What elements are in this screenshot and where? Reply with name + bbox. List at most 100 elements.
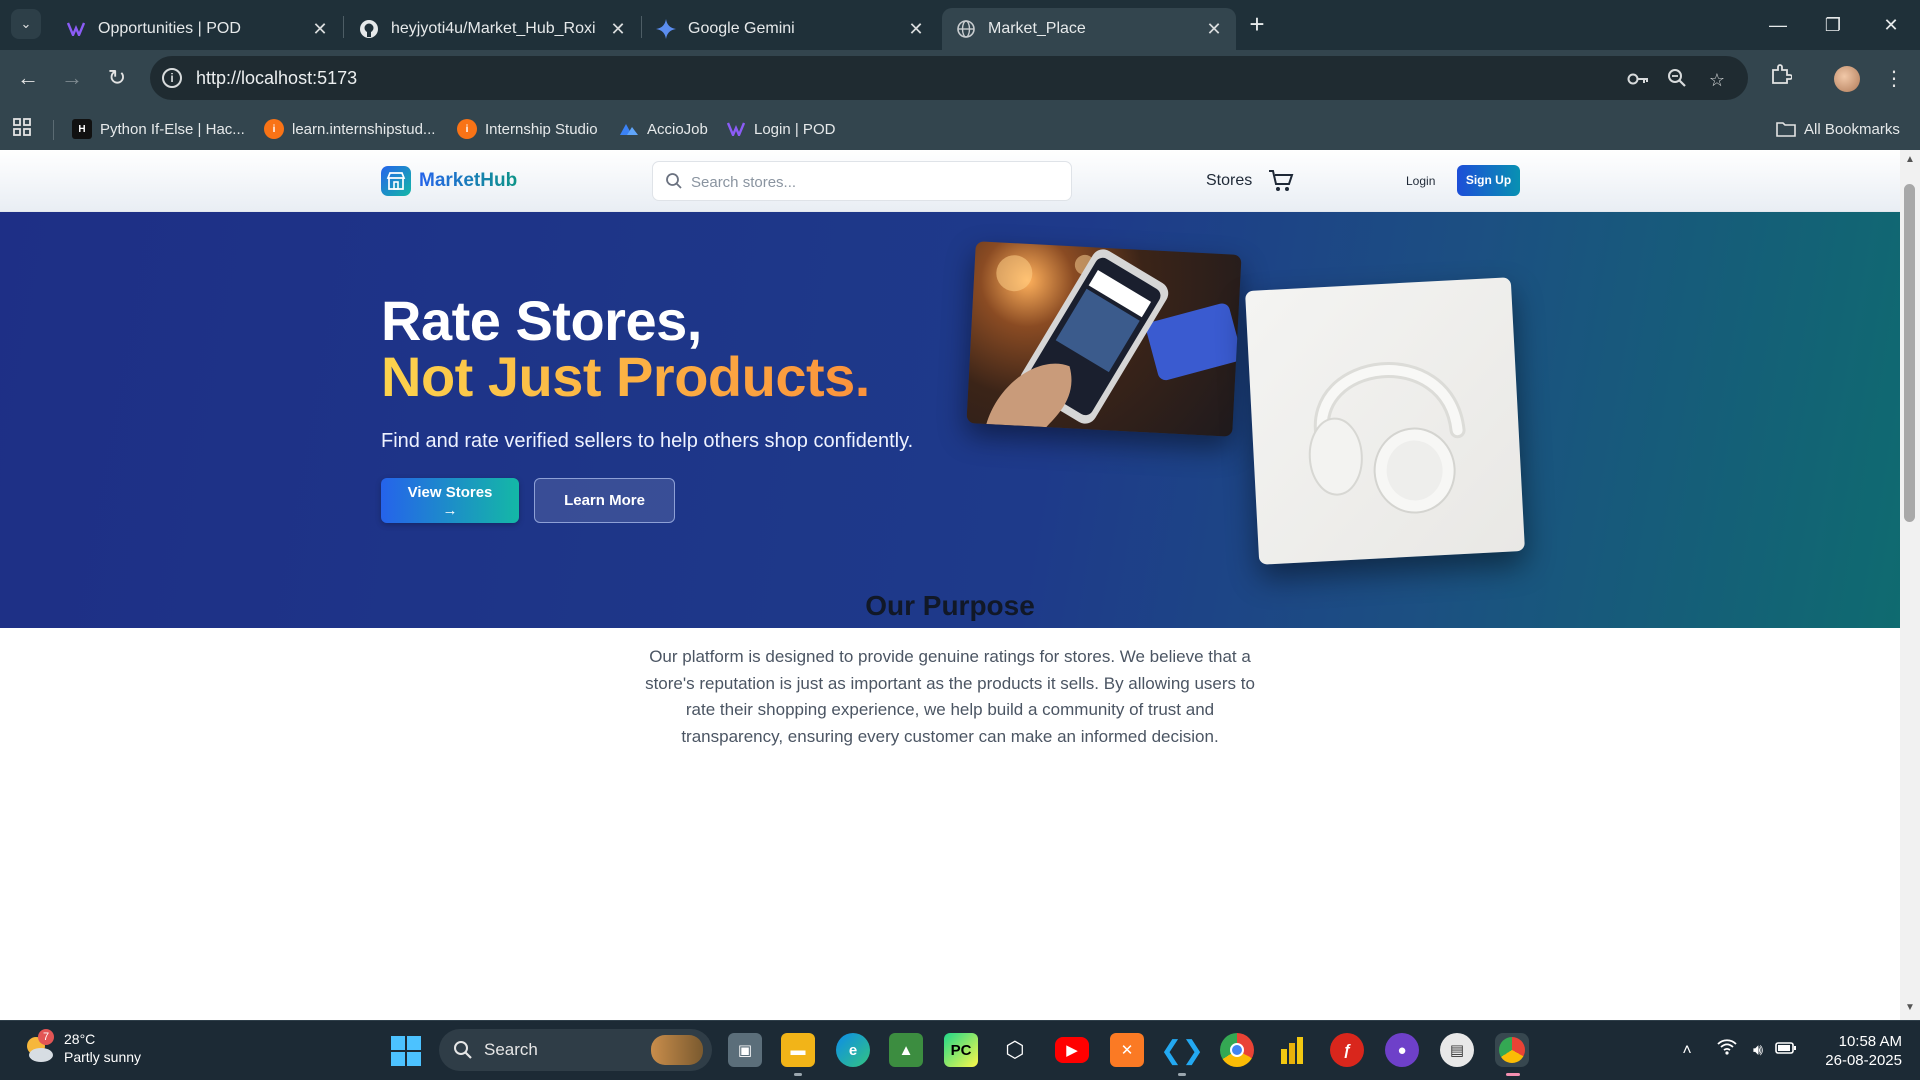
profile-avatar[interactable] <box>1834 66 1860 92</box>
cart-icon[interactable] <box>1268 169 1294 193</box>
extensions-icon[interactable] <box>1765 63 1797 95</box>
all-bookmarks-button[interactable]: All Bookmarks <box>1776 116 1900 142</box>
chevron-down-icon: ⌄ <box>20 16 32 31</box>
restore-button[interactable]: ❐ <box>1813 10 1853 40</box>
task-view-icon[interactable]: ▣ <box>728 1033 762 1067</box>
virtualbox-icon[interactable]: ⬡ <box>998 1033 1032 1067</box>
new-tab-button[interactable]: + <box>1243 11 1271 39</box>
clock-date: 26-08-2025 <box>1825 1052 1902 1069</box>
running-indicator <box>1506 1073 1520 1076</box>
pod-icon <box>726 119 746 139</box>
taskbar-search-label: Search <box>484 1040 538 1059</box>
bookmark-divider <box>53 120 54 140</box>
battery-icon[interactable] <box>1774 1039 1798 1063</box>
store-search-box[interactable] <box>652 161 1072 201</box>
learn-more-button[interactable]: Learn More <box>534 478 675 523</box>
bookmark-internship-studio[interactable]: i Internship Studio <box>457 116 598 142</box>
bookmark-label: Login | POD <box>754 120 836 138</box>
close-icon[interactable]: ✕ <box>310 19 330 39</box>
xampp-icon[interactable]: ✕ <box>1110 1033 1144 1067</box>
search-highlight-image <box>651 1035 703 1065</box>
browser-tab-opportunities[interactable]: Opportunities | POD ✕ <box>52 8 342 50</box>
volume-icon[interactable]: 🔊︎ <box>1746 1039 1770 1063</box>
bookmark-learn-internshipstudio[interactable]: i learn.internshipstud... <box>264 116 435 142</box>
brand-logo[interactable]: MarketHub <box>381 166 517 196</box>
close-window-button[interactable]: ✕ <box>1871 10 1911 40</box>
weather-widget[interactable]: 7 28°C Partly sunny <box>22 1029 142 1066</box>
browser-tab-github[interactable]: heyjyoti4u/Market_Hub_Roxiler ✕ <box>345 8 640 50</box>
browser-tab-market-place[interactable]: Market_Place ✕ <box>942 8 1236 50</box>
password-key-icon[interactable] <box>1626 68 1650 92</box>
hero-title-line-1: Rate Stores, <box>381 289 702 352</box>
search-icon <box>453 1040 473 1060</box>
view-stores-button[interactable]: View Stores → <box>381 478 519 523</box>
chevron-up-icon[interactable]: ˄ <box>1675 1039 1699 1063</box>
system-clock[interactable]: 10:58 AM 26-08-2025 <box>1810 1032 1902 1070</box>
brand-name: MarketHub <box>419 170 518 191</box>
flash-icon[interactable]: ƒ <box>1330 1033 1364 1067</box>
bookmark-acciojob[interactable]: AccioJob <box>619 116 708 142</box>
minimize-button[interactable]: — <box>1758 10 1798 40</box>
windows-taskbar: 7 28°C Partly sunny Search ▣ ▬ e ▲ PC ⬡ … <box>0 1020 1920 1080</box>
youtube-icon[interactable]: ▶ <box>1055 1037 1089 1063</box>
minimize-icon: — <box>1769 15 1787 35</box>
store-search-input[interactable] <box>691 170 1061 194</box>
pycharm-icon[interactable]: PC <box>944 1033 978 1067</box>
windows-start-icon[interactable] <box>390 1035 422 1067</box>
page-viewport: MarketHub Stores Login Sign Up Rate Stor… <box>0 150 1900 1020</box>
image-editor-icon[interactable]: ▲ <box>889 1033 923 1067</box>
signup-button[interactable]: Sign Up <box>1457 165 1520 196</box>
site-info-icon[interactable]: i <box>162 68 182 88</box>
wifi-icon[interactable] <box>1715 1039 1739 1063</box>
github-icon <box>359 19 379 39</box>
login-link[interactable]: Login <box>1406 174 1435 188</box>
arrow-right-icon: → <box>442 502 458 519</box>
nav-link-stores[interactable]: Stores <box>1206 172 1252 190</box>
vscode-icon[interactable]: ❮❯ <box>1160 1033 1204 1067</box>
forward-button[interactable]: → <box>56 62 88 94</box>
github-desktop-icon[interactable]: ● <box>1385 1033 1419 1067</box>
restore-icon: ❐ <box>1824 15 1842 35</box>
apps-grid-button[interactable] <box>12 116 32 142</box>
tab-title: Market_Place <box>988 20 1086 37</box>
close-icon[interactable]: ✕ <box>608 19 628 39</box>
hero-image-phone-shopping <box>966 241 1242 437</box>
hero-section: Rate Stores, Not Just Products. Find and… <box>0 212 1900 628</box>
apps-grid-icon <box>12 117 32 141</box>
chrome-icon[interactable] <box>1220 1033 1254 1067</box>
scrollbar-thumb[interactable] <box>1904 184 1915 522</box>
bookmark-python-if-else[interactable]: H Python If-Else | Hac... <box>72 116 245 142</box>
file-explorer-icon[interactable]: ▬ <box>781 1033 815 1067</box>
star-icon[interactable]: ☆ <box>1705 68 1729 92</box>
partly-sunny-icon: 7 <box>22 1029 56 1065</box>
browser-tab-gemini[interactable]: Google Gemini ✕ <box>642 8 938 50</box>
reload-button[interactable]: ↻ <box>101 62 133 94</box>
close-icon[interactable]: ✕ <box>906 19 926 39</box>
zoom-icon[interactable] <box>1665 68 1689 92</box>
pod-icon <box>66 19 86 39</box>
back-button[interactable]: ← <box>12 62 44 94</box>
menu-kebab-icon[interactable]: ⋮ <box>1878 63 1910 95</box>
url-text[interactable]: http://localhost:5173 <box>196 68 357 89</box>
address-bar[interactable]: i http://localhost:5173 ☆ <box>150 56 1748 100</box>
tab-search-button[interactable]: ⌄ <box>11 9 41 39</box>
close-icon: ✕ <box>1883 15 1899 35</box>
close-icon[interactable]: ✕ <box>1204 19 1224 39</box>
arrow-left-icon: ← <box>17 65 39 90</box>
power-bi-icon[interactable] <box>1275 1033 1309 1067</box>
plus-icon: + <box>1249 9 1265 39</box>
bookmark-login-pod[interactable]: Login | POD <box>726 116 835 142</box>
edge-icon[interactable]: e <box>836 1033 870 1067</box>
reader-icon[interactable]: ▤ <box>1440 1033 1474 1067</box>
arrow-right-icon: → <box>61 65 83 90</box>
scroll-up-icon[interactable]: ▲ <box>1904 154 1916 166</box>
chrome-active-icon[interactable] <box>1495 1033 1529 1067</box>
scroll-down-icon[interactable]: ▼ <box>1904 1002 1916 1014</box>
taskbar-search[interactable]: Search <box>439 1029 712 1071</box>
running-indicator <box>1178 1073 1186 1076</box>
site-header: MarketHub Stores Login Sign Up <box>0 150 1900 212</box>
weather-condition: Partly sunny <box>64 1049 142 1065</box>
browser-toolbar: ← → ↻ i http://localhost:5173 ☆ ⋮ <box>0 50 1920 108</box>
storefront-icon <box>381 166 411 196</box>
page-scrollbar[interactable]: ▲ ▼ <box>1900 150 1920 1020</box>
